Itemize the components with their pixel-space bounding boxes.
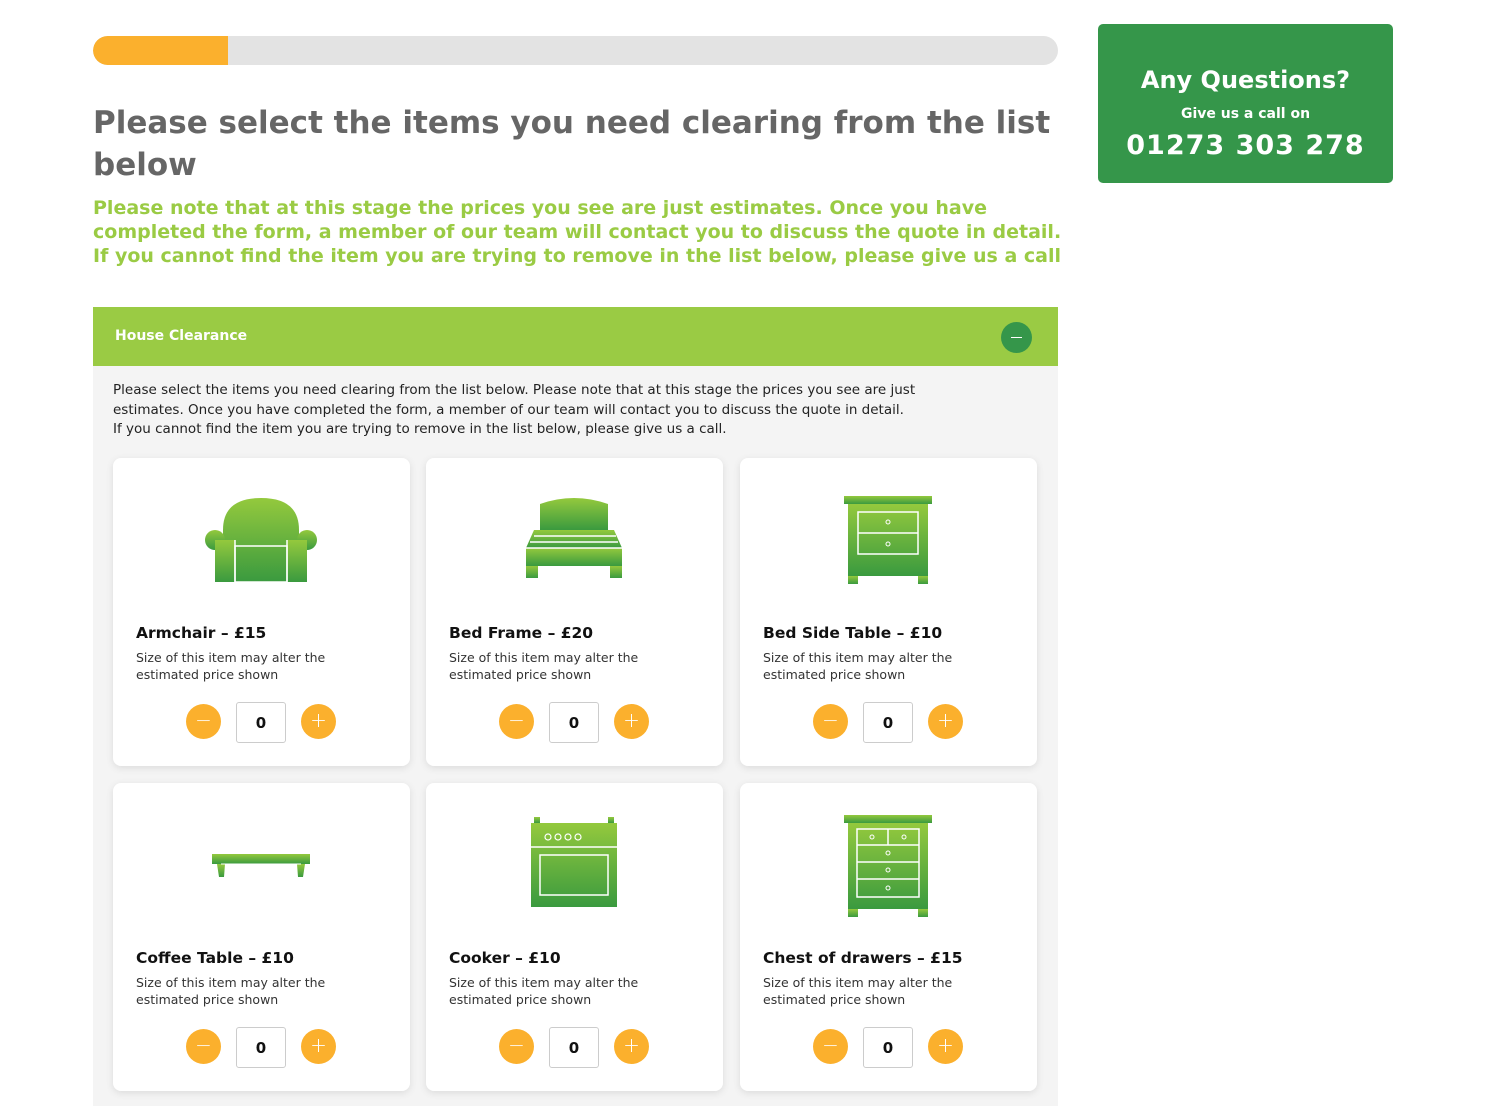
page-title: Please select the items you need clearin… (93, 105, 1051, 183)
increase-button[interactable]: + (614, 704, 649, 739)
item-title: Coffee Table – £10 (136, 949, 294, 967)
item-title: Bed Frame – £20 (449, 624, 594, 642)
item-title: Cooker – £10 (449, 949, 561, 967)
item-card-bedside-table: Bed Side Table – £10 Size of this item m… (740, 458, 1037, 766)
help-box: Any Questions? Give us a call on 01273 3… (1098, 24, 1393, 183)
item-note: Size of this item may alter the estimate… (763, 650, 953, 682)
intro-line: estimates. Once you have completed the f… (113, 401, 904, 418)
item-note: Size of this item may alter the estimate… (136, 650, 326, 682)
help-title: Any Questions? (1140, 66, 1351, 94)
item-title: Armchair – £15 (136, 624, 267, 642)
item-note: Size of this item may alter the estimate… (449, 650, 639, 682)
chest-of-drawers-icon (844, 815, 932, 917)
item-note: Size of this item may alter the estimate… (449, 975, 639, 1007)
coffee-table-icon (212, 854, 310, 877)
increase-button[interactable]: + (301, 1029, 336, 1064)
item-note: Size of this item may alter the estimate… (763, 975, 953, 1007)
item-title: Chest of drawers – £15 (763, 949, 963, 967)
intro-line: Please select the items you need clearin… (113, 382, 916, 398)
decrease-button[interactable]: − (499, 1029, 534, 1064)
notice-line: If you cannot find the item you are tryi… (93, 245, 1061, 267)
item-card-cooker: Cooker – £10 Size of this item may alter… (426, 783, 723, 1091)
item-card-bed-frame: Bed Frame – £20 Size of this item may al… (426, 458, 723, 766)
item-title: Bed Side Table – £10 (763, 624, 943, 642)
accordion-header-house-clearance[interactable]: House Clearance (93, 307, 1058, 366)
help-subtitle: Give us a call on (1180, 106, 1311, 122)
increase-button[interactable]: + (928, 1029, 963, 1064)
item-card-armchair: Armchair – £15 Size of this item may alt… (113, 458, 410, 766)
accordion-title: House Clearance (115, 328, 248, 344)
item-note: Size of this item may alter the estimate… (136, 975, 326, 1007)
increase-button[interactable]: + (614, 1029, 649, 1064)
decrease-button[interactable]: − (186, 704, 221, 739)
decrease-button[interactable]: − (186, 1029, 221, 1064)
quantity-input[interactable] (863, 1027, 913, 1068)
item-card-chest-of-drawers: Chest of drawers – £15 Size of this item… (740, 783, 1037, 1091)
progress-fill (93, 36, 229, 65)
accordion-body: Please select the items you need clearin… (93, 366, 1058, 1106)
quantity-input[interactable] (863, 702, 913, 743)
phone-number-link[interactable]: 01273 303 278 (1098, 130, 1393, 161)
decrease-button[interactable]: − (499, 704, 534, 739)
increase-button[interactable]: + (301, 704, 336, 739)
progress-bar (93, 36, 1058, 65)
notice-line: Please note that at this stage the price… (93, 197, 987, 219)
bedside-table-icon (844, 496, 932, 584)
armchair-icon (205, 498, 317, 583)
quantity-input[interactable] (236, 702, 286, 743)
decrease-button[interactable]: − (813, 704, 848, 739)
section-intro: Please select the items you need clearin… (113, 381, 1038, 440)
quantity-input[interactable] (236, 1027, 286, 1068)
bed-frame-icon (526, 498, 622, 578)
item-card-coffee-table: Coffee Table – £10 Size of this item may… (113, 783, 410, 1091)
collapse-button[interactable] (1001, 322, 1032, 353)
cooker-icon (531, 817, 617, 907)
increase-button[interactable]: + (928, 704, 963, 739)
intro-line: If you cannot find the item you are tryi… (113, 421, 727, 437)
notice-line: completed the form, a member of our team… (93, 221, 1062, 243)
quantity-input[interactable] (549, 1027, 599, 1068)
decrease-button[interactable]: − (813, 1029, 848, 1064)
estimate-notice: Please note that at this stage the price… (93, 196, 1062, 268)
quantity-input[interactable] (549, 702, 599, 743)
